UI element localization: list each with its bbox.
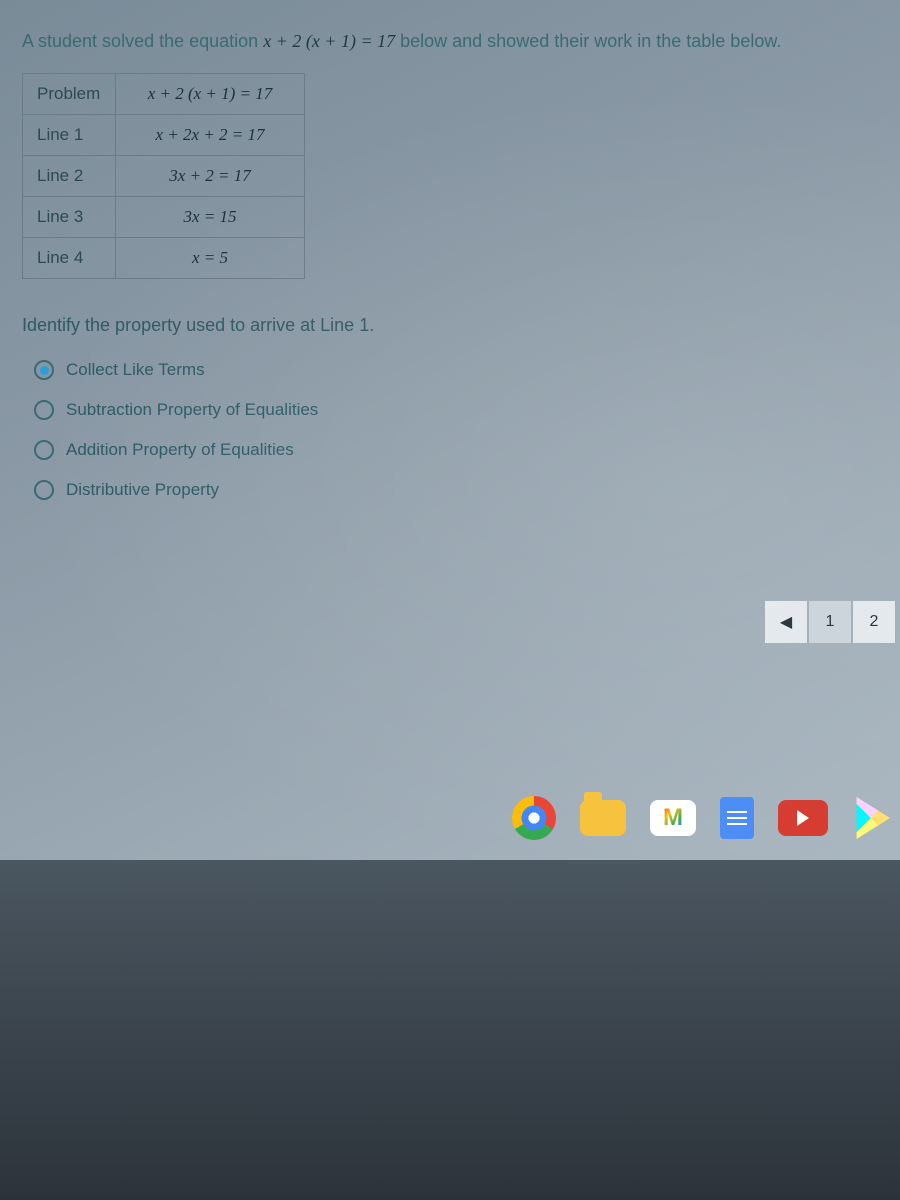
intro-suffix: below and showed their work in the table… — [400, 31, 781, 51]
row-label: Line 1 — [23, 115, 116, 156]
row-label: Line 2 — [23, 156, 116, 197]
chrome-icon[interactable] — [512, 796, 556, 840]
pager-page-1[interactable]: 1 — [808, 600, 852, 644]
os-taskbar: M — [512, 796, 890, 840]
page-number: 2 — [870, 613, 879, 631]
desk-shadow — [0, 860, 900, 1200]
radio-icon — [34, 360, 54, 380]
question-prompt: Identify the property used to arrive at … — [22, 315, 878, 336]
question-content: A student solved the equation x + 2 (x +… — [0, 0, 900, 510]
row-value: x + 2 (x + 1) = 17 — [116, 74, 305, 115]
option-label: Addition Property of Equalities — [66, 440, 294, 460]
intro-equation: x + 2 (x + 1) = 17 — [263, 31, 395, 51]
page-number: 1 — [826, 613, 835, 631]
option-addition-property[interactable]: Addition Property of Equalities — [34, 430, 878, 470]
row-label: Problem — [23, 74, 116, 115]
docs-icon[interactable] — [720, 797, 754, 839]
table-row: Line 2 3x + 2 = 17 — [23, 156, 305, 197]
option-label: Subtraction Property of Equalities — [66, 400, 318, 420]
problem-intro: A student solved the equation x + 2 (x +… — [22, 28, 878, 55]
row-value: 3x = 15 — [116, 197, 305, 238]
chevron-left-icon: ◀ — [780, 612, 792, 632]
intro-prefix: A student solved the equation — [22, 31, 263, 51]
row-label: Line 4 — [23, 238, 116, 279]
row-value: 3x + 2 = 17 — [116, 156, 305, 197]
option-distributive-property[interactable]: Distributive Property — [34, 470, 878, 510]
option-label: Distributive Property — [66, 480, 219, 500]
question-pager: ◀ 1 2 — [764, 600, 896, 644]
table-row: Problem x + 2 (x + 1) = 17 — [23, 74, 305, 115]
radio-icon — [34, 440, 54, 460]
youtube-icon[interactable] — [778, 800, 828, 836]
answer-options: Collect Like Terms Subtraction Property … — [34, 350, 878, 510]
table-row: Line 3 3x = 15 — [23, 197, 305, 238]
table-row: Line 1 x + 2x + 2 = 17 — [23, 115, 305, 156]
gmail-icon[interactable]: M — [650, 800, 696, 836]
radio-icon — [34, 480, 54, 500]
play-store-icon[interactable] — [852, 797, 890, 839]
pager-page-2[interactable]: 2 — [852, 600, 896, 644]
pager-prev-button[interactable]: ◀ — [764, 600, 808, 644]
radio-icon — [34, 400, 54, 420]
option-label: Collect Like Terms — [66, 360, 205, 380]
row-value: x + 2x + 2 = 17 — [116, 115, 305, 156]
option-subtraction-property[interactable]: Subtraction Property of Equalities — [34, 390, 878, 430]
files-icon[interactable] — [580, 800, 626, 836]
row-value: x = 5 — [116, 238, 305, 279]
row-label: Line 3 — [23, 197, 116, 238]
option-collect-like-terms[interactable]: Collect Like Terms — [34, 350, 878, 390]
table-row: Line 4 x = 5 — [23, 238, 305, 279]
work-table: Problem x + 2 (x + 1) = 17 Line 1 x + 2x… — [22, 73, 305, 279]
